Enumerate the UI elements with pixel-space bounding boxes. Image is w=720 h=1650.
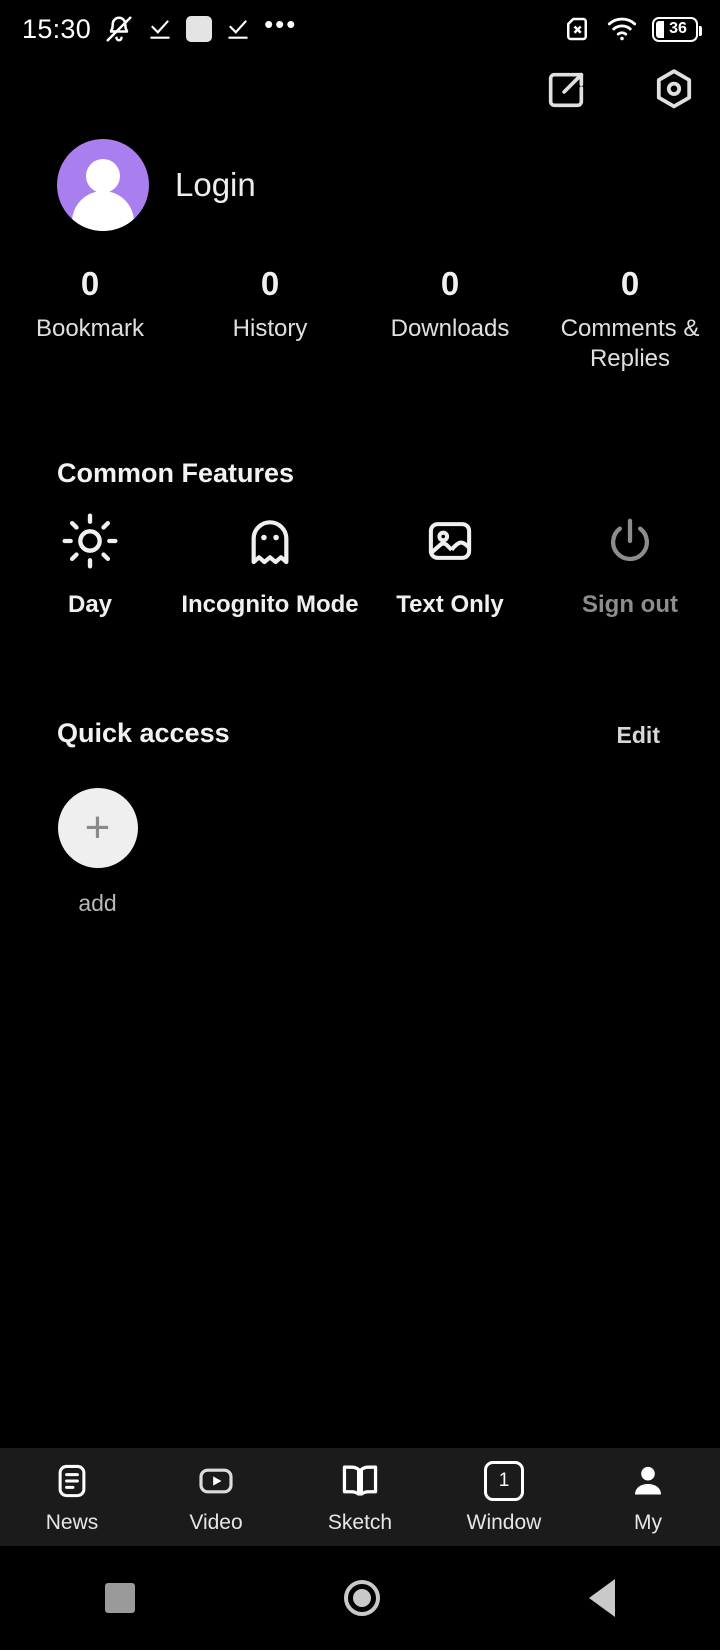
stat-value: 0: [440, 265, 460, 302]
stat-comments-replies[interactable]: 0 Comments & Replies: [540, 262, 720, 374]
stat-bookmark[interactable]: 0 Bookmark: [0, 262, 180, 374]
quick-access-item-label: add: [78, 890, 117, 916]
sim-card-x-icon: [562, 14, 592, 44]
stat-label: Bookmark: [35, 315, 145, 342]
document-icon: [53, 1459, 91, 1503]
stat-value: 0: [260, 265, 280, 302]
avatar-head: [86, 159, 120, 193]
nav-label: Window: [466, 1511, 542, 1534]
window-count-badge: 1: [484, 1461, 524, 1501]
nav-item-window[interactable]: 1 Window: [432, 1459, 576, 1535]
nav-label: Sketch: [327, 1511, 393, 1534]
quick-access-title: Quick access: [57, 718, 230, 748]
stat-downloads[interactable]: 0 Downloads: [360, 262, 540, 374]
nav-label: My: [634, 1511, 662, 1534]
nav-item-my[interactable]: My: [576, 1459, 720, 1535]
feature-sign-out[interactable]: Sign out: [540, 505, 720, 620]
plus-icon[interactable]: +: [57, 788, 138, 868]
feature-label: Incognito Mode: [181, 591, 359, 618]
bell-muted-icon: [104, 14, 134, 44]
stat-history[interactable]: 0 History: [180, 262, 360, 374]
person-icon: [629, 1459, 667, 1503]
home-circle-icon[interactable]: [343, 1580, 380, 1616]
hexagon-settings-icon[interactable]: [646, 62, 702, 118]
nav-item-news[interactable]: News: [0, 1459, 144, 1535]
nav-item-video[interactable]: Video: [144, 1459, 288, 1535]
battery-level: 36: [669, 20, 687, 37]
white-square-icon: [186, 16, 213, 42]
system-navigation-bar: [0, 1546, 720, 1650]
battery-icon: 36: [652, 16, 702, 42]
status-bar: 15:30 ••• 36: [0, 0, 720, 58]
wifi-icon: [606, 15, 638, 43]
quick-access-edit-button[interactable]: Edit: [617, 722, 660, 749]
ellipsis-icon: •••: [264, 9, 298, 39]
avatar[interactable]: [57, 139, 149, 231]
window-count-icon: 1: [484, 1459, 524, 1503]
login-label[interactable]: Login: [175, 166, 256, 204]
power-icon: [603, 505, 657, 577]
feature-incognito-mode[interactable]: Incognito Mode: [180, 505, 360, 620]
stats-row: 0 Bookmark 0 History 0 Downloads 0 Comme…: [0, 262, 720, 374]
top-toolbar: [538, 62, 702, 118]
stat-value: 0: [620, 265, 640, 302]
sun-icon: [61, 505, 119, 577]
status-bar-right: 36: [562, 14, 702, 44]
account-row[interactable]: Login: [57, 139, 256, 231]
ghost-icon: [242, 505, 298, 577]
feature-label: Sign out: [582, 591, 678, 618]
stat-value: 0: [80, 265, 100, 302]
stat-label: Downloads: [390, 315, 510, 342]
play-square-icon: [196, 1459, 236, 1503]
check-underline-icon: [147, 16, 173, 42]
status-bar-left: 15:30 •••: [22, 9, 298, 45]
nav-item-sketch[interactable]: Sketch: [288, 1459, 432, 1535]
recents-square-icon[interactable]: [104, 1583, 135, 1613]
quick-access-grid: + add: [0, 788, 720, 917]
nav-label: News: [45, 1511, 99, 1534]
status-bar-clock: 15:30: [22, 13, 92, 44]
quick-access-add-item[interactable]: + add: [15, 788, 180, 917]
feature-text-only[interactable]: Text Only: [360, 505, 540, 620]
share-icon[interactable]: [538, 62, 594, 118]
common-features-title: Common Features: [57, 458, 295, 488]
image-icon: [423, 505, 477, 577]
feature-label: Day: [67, 591, 113, 618]
bottom-navigation-bar: News Video Sketch 1 Window My: [0, 1448, 720, 1546]
avatar-body: [72, 191, 134, 231]
stat-label: Comments & Replies: [560, 315, 700, 372]
common-features-row: Day Incognito Mode Text Only Sign out: [0, 505, 720, 620]
stat-label: History: [232, 315, 308, 342]
feature-day[interactable]: Day: [0, 505, 180, 620]
check-underline-icon-2: [225, 16, 251, 42]
browser-profile-screen: 15:30 ••• 36 Login 0 Bookmark 0 History …: [0, 0, 720, 1650]
back-triangle-icon[interactable]: [589, 1579, 616, 1617]
feature-label: Text Only: [396, 591, 504, 618]
nav-label: Video: [189, 1511, 243, 1534]
open-book-icon: [339, 1459, 381, 1503]
